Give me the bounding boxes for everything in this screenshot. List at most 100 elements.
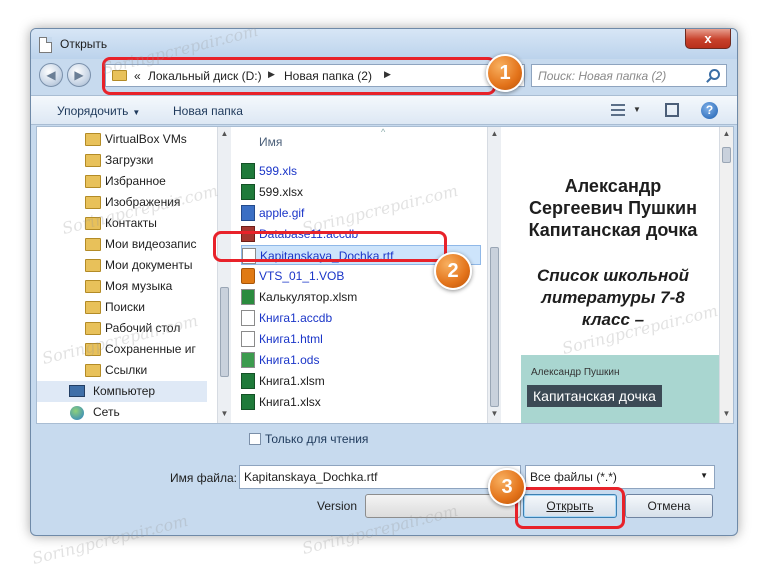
sidebar-item[interactable]: VirtualBox VMs xyxy=(37,129,207,150)
excel-file-icon xyxy=(241,373,255,389)
organize-button[interactable]: Упорядочить ▼ xyxy=(57,104,140,118)
readonly-checkbox[interactable]: Только для чтения xyxy=(249,432,368,446)
sort-caret-icon: ^ xyxy=(381,127,386,137)
filename-input[interactable]: Kapitanskaya_Dochka.rtf xyxy=(239,465,521,489)
sidebar-item[interactable]: Моя музыка xyxy=(37,276,207,297)
preview-pane: Александр Сергеевич Пушкин Капитанская д… xyxy=(501,127,733,423)
folder-icon xyxy=(85,322,101,335)
preview-title-line: Сергеевич Пушкин xyxy=(528,198,697,218)
sidebar-item[interactable]: Сохраненные иг xyxy=(37,339,207,360)
folder-icon xyxy=(85,217,101,230)
sidebar-item-label: Поиски xyxy=(105,300,145,314)
filename-label: Имя файла: xyxy=(170,471,237,485)
view-list-icon[interactable] xyxy=(611,104,625,116)
document-icon xyxy=(39,37,52,53)
sidebar-item-label: Ссылки xyxy=(105,363,148,377)
file-type-value: Все файлы (*.*) xyxy=(530,470,617,484)
sidebar-item-label: Загрузки xyxy=(105,153,154,167)
title-bar[interactable]: Открыть x xyxy=(31,29,737,59)
forward-button[interactable]: ▶ xyxy=(67,63,91,87)
sidebar-item-network[interactable]: Сеть xyxy=(37,402,207,423)
column-header-name[interactable]: Имя xyxy=(259,135,282,149)
sidebar-item[interactable]: Мои видеозапис xyxy=(37,234,207,255)
cancel-button[interactable]: Отмена xyxy=(625,494,713,518)
ods-file-icon xyxy=(241,352,255,368)
chevron-down-icon[interactable]: ▼ xyxy=(633,105,641,114)
toolbar: Упорядочить ▼ Новая папка ▼ ? xyxy=(31,95,737,125)
sidebar-item[interactable]: Загрузки xyxy=(37,150,207,171)
file-row[interactable]: Калькулятор.xlsm xyxy=(241,287,481,307)
highlight-selected-file xyxy=(213,231,447,262)
chevron-down-icon: ▼ xyxy=(700,471,708,480)
file-name: Калькулятор.xlsm xyxy=(259,290,358,304)
preview-title: Александр Сергеевич Пушкин Капитанская д… xyxy=(521,175,705,241)
cover-title: Капитанская дочка xyxy=(527,385,662,407)
step-badge-3: 3 xyxy=(488,468,526,506)
preview-scrollbar[interactable]: ▲ ▼ xyxy=(719,127,733,423)
scroll-thumb[interactable] xyxy=(220,287,229,377)
file-row[interactable]: Книга1.html xyxy=(241,329,481,349)
highlight-address-bar xyxy=(102,57,496,95)
sidebar-item[interactable]: Контакты xyxy=(37,213,207,234)
sidebar-item-label: Компьютер xyxy=(93,384,156,398)
scroll-down-icon[interactable]: ▼ xyxy=(488,409,501,418)
sidebar-item[interactable]: Поиски xyxy=(37,297,207,318)
document-file-icon xyxy=(241,331,255,347)
search-icon[interactable] xyxy=(709,69,720,80)
back-button[interactable]: ◀ xyxy=(39,63,63,87)
scroll-up-icon[interactable]: ▲ xyxy=(488,129,501,138)
file-row[interactable]: 599.xlsx xyxy=(241,182,481,202)
folder-icon xyxy=(85,301,101,314)
file-row[interactable]: Книга1.xlsx xyxy=(241,392,481,412)
file-name: Книга1.xlsx xyxy=(259,395,321,409)
folder-icon xyxy=(85,280,101,293)
scroll-down-icon[interactable]: ▼ xyxy=(218,409,231,418)
preview-sub-line: литературы 7-8 xyxy=(541,288,685,307)
vlc-file-icon xyxy=(241,268,255,284)
excel-file-icon xyxy=(241,289,255,305)
file-row[interactable]: Книга1.ods xyxy=(241,350,481,370)
browser-area: VirtualBox VMs Загрузки Избранное Изобра… xyxy=(36,126,734,424)
file-type-select[interactable]: Все файлы (*.*) ▼ xyxy=(525,465,715,489)
chevron-down-icon: ▼ xyxy=(132,108,141,117)
scroll-thumb[interactable] xyxy=(722,147,731,163)
document-file-icon xyxy=(241,310,255,326)
help-icon[interactable]: ? xyxy=(701,102,718,119)
folder-icon xyxy=(85,175,101,188)
sidebar-item[interactable]: Ссылки xyxy=(37,360,207,381)
new-folder-button[interactable]: Новая папка xyxy=(173,104,243,118)
book-cover-image: Александр Пушкин Капитанская дочка xyxy=(521,355,719,423)
scroll-up-icon[interactable]: ▲ xyxy=(218,129,231,138)
sidebar-item-label: Сеть xyxy=(93,405,120,419)
file-list-scrollbar[interactable]: ▲ ▼ xyxy=(487,127,501,423)
sidebar-item-computer[interactable]: Компьютер xyxy=(37,381,207,402)
folder-icon xyxy=(85,259,101,272)
file-name: 599.xls xyxy=(259,164,298,178)
scroll-up-icon[interactable]: ▲ xyxy=(720,129,733,138)
preview-sub-line: Список школьной xyxy=(536,266,690,285)
sidebar-scrollbar[interactable]: ▲ ▼ xyxy=(217,127,231,423)
sidebar-item[interactable]: Рабочий стол xyxy=(37,318,207,339)
version-label: Version xyxy=(317,499,358,513)
sidebar-item-label: VirtualBox VMs xyxy=(105,132,187,146)
file-row[interactable]: Книга1.accdb xyxy=(241,308,481,328)
preview-subtitle: Список школьной литературы 7-8 класс – xyxy=(521,265,705,331)
file-row[interactable]: apple.gif xyxy=(241,203,481,223)
file-row[interactable]: Книга1.xlsm xyxy=(241,371,481,391)
scroll-thumb[interactable] xyxy=(490,247,499,407)
checkbox-box[interactable] xyxy=(249,433,261,445)
navigation-pane: VirtualBox VMs Загрузки Избранное Изобра… xyxy=(37,127,217,423)
close-button[interactable]: x xyxy=(685,29,731,49)
preview-title-line: Капитанская дочка xyxy=(528,220,698,240)
scroll-down-icon[interactable]: ▼ xyxy=(720,409,733,418)
folder-icon xyxy=(85,238,101,251)
file-name: Книга1.accdb xyxy=(259,311,333,325)
sidebar-item[interactable]: Изображения xyxy=(37,192,207,213)
search-box[interactable]: Поиск: Новая папка (2) xyxy=(531,64,727,87)
folder-icon xyxy=(85,154,101,167)
preview-pane-icon[interactable] xyxy=(665,103,679,117)
sidebar-item[interactable]: Избранное xyxy=(37,171,207,192)
folder-icon xyxy=(85,364,101,377)
sidebar-item[interactable]: Мои документы xyxy=(37,255,207,276)
file-row[interactable]: 599.xls xyxy=(241,161,481,181)
